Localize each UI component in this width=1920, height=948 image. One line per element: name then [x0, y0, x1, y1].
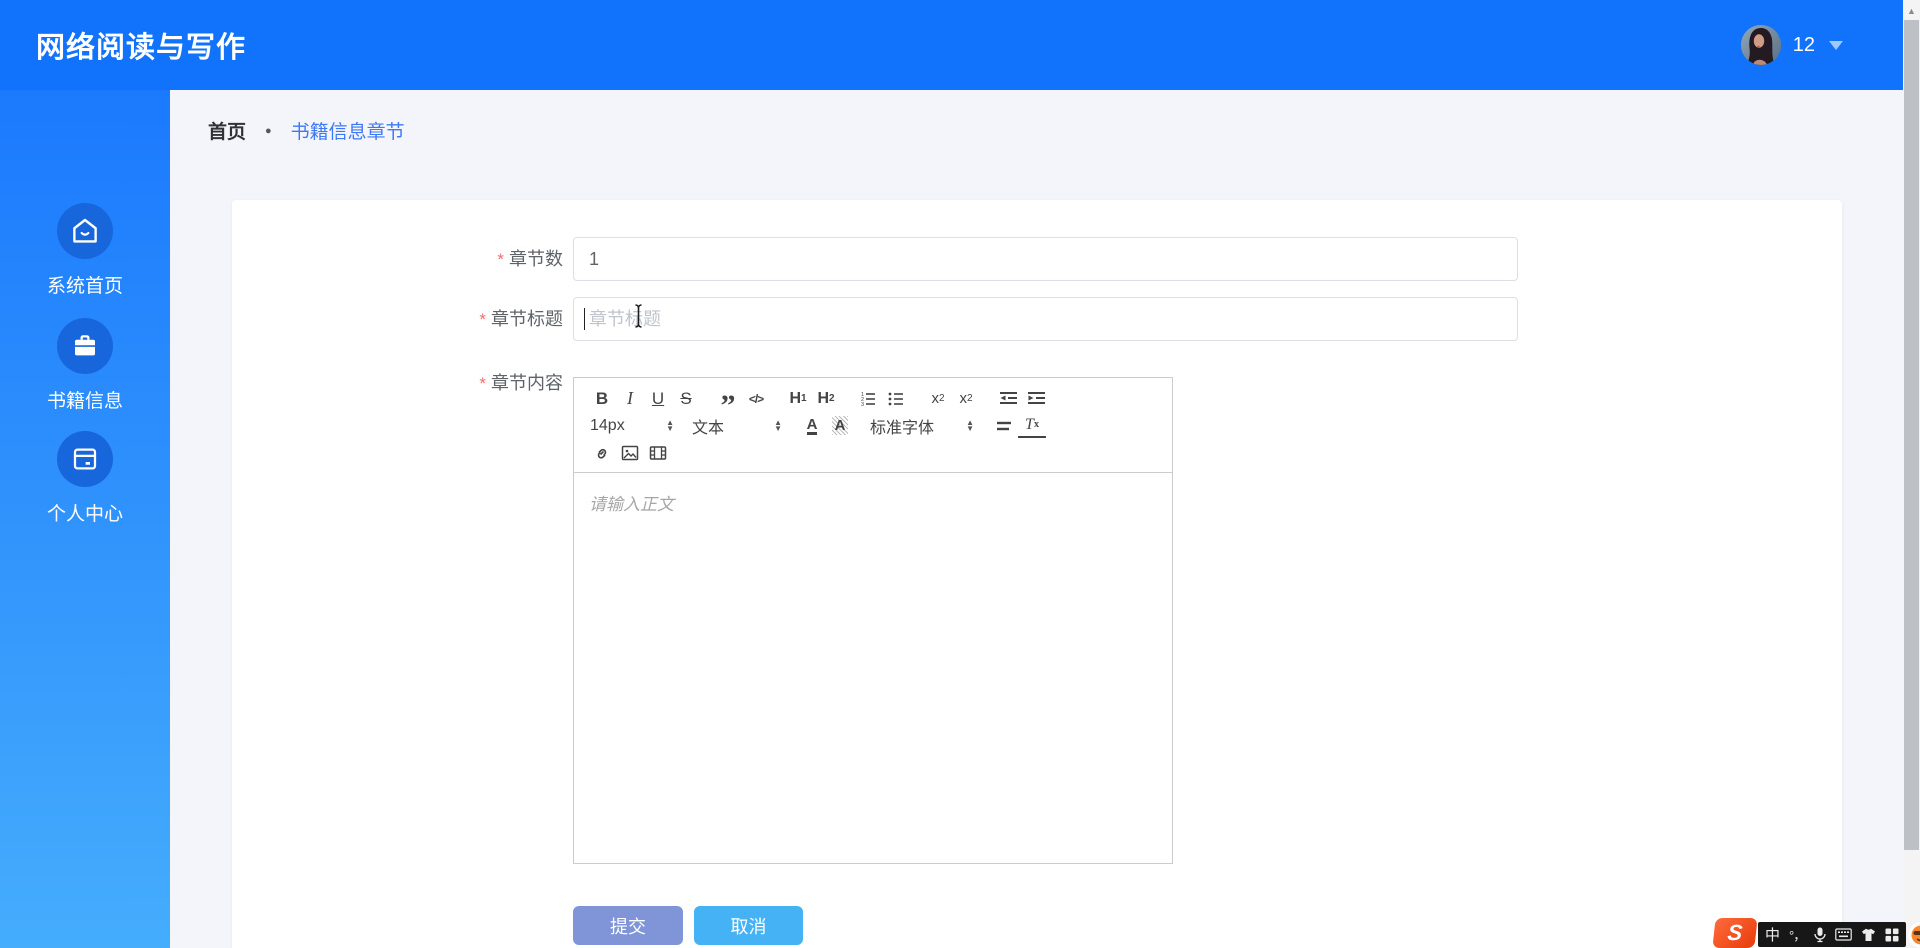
sidebar-nav: 系统首页 书籍信息 个人中心: [0, 90, 170, 948]
chapter-number-input[interactable]: [573, 237, 1518, 281]
ime-mode-chinese[interactable]: 中: [1765, 924, 1780, 945]
text-caret: [584, 308, 585, 330]
wallet-icon: [73, 448, 97, 470]
chapter-content-label: * 章节内容: [479, 373, 563, 393]
sidebar-item-label: 个人中心: [46, 504, 123, 525]
bullet-list-icon[interactable]: [882, 386, 910, 411]
microphone-icon[interactable]: [1814, 927, 1826, 943]
editor-toolbar: B I U S ” </> H1 H2 1 2 3 x 2 x 2 14px ▲…: [574, 378, 1172, 473]
chapter-content-row: * 章节内容: [232, 370, 563, 397]
keyboard-icon[interactable]: [1835, 928, 1853, 941]
ime-punctuation[interactable]: °，: [1789, 925, 1806, 944]
picker-arrows-icon: ▲ ▼: [966, 417, 974, 433]
main-content: 首页 ● 书籍信息章节 *章节数 *章节标题 *章节内容: [170, 90, 1903, 948]
scrollbar-up-arrow[interactable]: ▲: [1903, 4, 1920, 18]
required-asterisk: *: [497, 250, 504, 269]
app-header: 网络阅读与写作 12: [0, 0, 1903, 90]
outdent-icon[interactable]: [994, 386, 1022, 411]
ime-toolbar: S 中 °，: [1712, 917, 1920, 948]
sogou-logo-icon[interactable]: S: [1712, 918, 1758, 948]
form-card: *章节数 *章节标题 *章节内容: [232, 200, 1842, 948]
sidebar-item-books[interactable]: 书籍信息: [0, 318, 170, 413]
rich-text-editor: B I U S ” </> H1 H2 1 2 3 x 2 x 2 14px ▲…: [573, 377, 1173, 864]
underline-button[interactable]: U: [644, 386, 672, 411]
paragraph-format-picker[interactable]: 文本 ▲ ▼: [690, 413, 784, 438]
app-title: 网络阅读与写作: [36, 32, 247, 64]
chapter-title-input[interactable]: [573, 297, 1518, 341]
breadcrumb-current[interactable]: 书籍信息章节: [291, 117, 405, 144]
image-icon[interactable]: [616, 440, 644, 465]
toolbox-grid-icon[interactable]: [1885, 928, 1899, 942]
avatar-photo: [1740, 25, 1781, 65]
user-avatar[interactable]: [1740, 25, 1781, 65]
cancel-button[interactable]: 取消: [694, 906, 803, 945]
subscript-button[interactable]: x2: [924, 386, 952, 411]
superscript-button[interactable]: x2: [952, 386, 980, 411]
picker-arrows-icon: ▲ ▼: [666, 417, 674, 433]
video-icon[interactable]: [644, 440, 672, 465]
bold-button[interactable]: B: [588, 386, 616, 411]
heading2-button[interactable]: H2: [812, 386, 840, 411]
sidebar-item-home[interactable]: 系统首页: [0, 203, 170, 298]
picker-arrows-icon: ▲ ▼: [774, 417, 782, 433]
font-family-picker[interactable]: 标准字体 ▲ ▼: [868, 413, 976, 438]
breadcrumb-separator: ●: [265, 124, 272, 137]
background-color-button[interactable]: A: [831, 416, 849, 435]
ime-emoji-icon[interactable]: [1908, 922, 1920, 948]
editor-placeholder: 请输入正文: [589, 495, 674, 514]
svg-text:3: 3: [861, 402, 864, 408]
editor-content-area[interactable]: 请输入正文: [574, 473, 1172, 873]
required-asterisk: *: [479, 310, 486, 329]
text-color-button[interactable]: A: [806, 417, 818, 435]
breadcrumb: 首页 ● 书籍信息章节: [208, 117, 405, 144]
clear-format-button[interactable]: Tx: [1018, 413, 1046, 438]
heading1-button[interactable]: H1: [784, 386, 812, 411]
strikethrough-button[interactable]: S: [672, 386, 700, 411]
breadcrumb-home[interactable]: 首页: [208, 117, 246, 144]
username-badge: 12: [1792, 33, 1815, 56]
scrollbar-thumb[interactable]: [1904, 20, 1919, 850]
font-size-picker[interactable]: 14px ▲ ▼: [588, 413, 676, 438]
sidebar-item-label: 书籍信息: [46, 391, 123, 412]
mouse-ibeam-cursor: [632, 303, 645, 334]
home-icon: [73, 218, 97, 243]
indent-icon[interactable]: [1022, 386, 1050, 411]
line-height-icon[interactable]: [990, 413, 1018, 438]
sidebar-item-profile[interactable]: 个人中心: [0, 431, 170, 526]
briefcase-icon: [75, 335, 95, 356]
chapter-title-row: * 章节标题: [232, 297, 1518, 342]
blockquote-button[interactable]: ”: [714, 386, 742, 420]
user-menu[interactable]: 12: [1740, 0, 1843, 90]
chevron-down-icon[interactable]: [1829, 40, 1843, 50]
ordered-list-icon[interactable]: 1 2 3: [854, 386, 882, 411]
code-block-button[interactable]: </>: [742, 386, 770, 411]
submit-button[interactable]: 提交: [573, 906, 683, 945]
skin-icon[interactable]: [1861, 928, 1876, 942]
link-icon[interactable]: [588, 440, 616, 465]
italic-button[interactable]: I: [616, 386, 644, 411]
chapter-number-label: * 章节数: [497, 249, 563, 269]
required-asterisk: *: [479, 374, 486, 393]
page-scrollbar[interactable]: ▲: [1903, 0, 1920, 948]
chapter-number-row: * 章节数: [232, 237, 1518, 282]
sidebar-item-label: 系统首页: [46, 276, 123, 297]
chapter-title-label: * 章节标题: [479, 309, 563, 329]
